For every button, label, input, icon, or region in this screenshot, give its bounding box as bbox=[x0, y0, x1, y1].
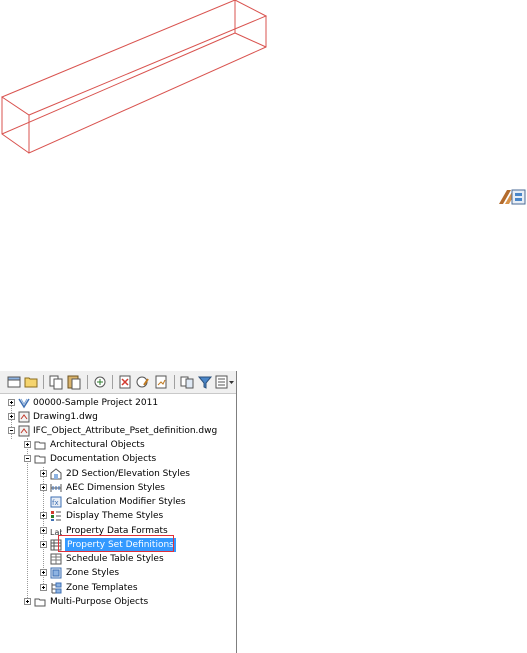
tree-item-multi-purpose-objects[interactable]: Multi-Purpose Objects bbox=[0, 595, 236, 609]
toolbar-separator bbox=[174, 375, 175, 389]
expand-toggle[interactable] bbox=[8, 413, 15, 420]
project-icon bbox=[18, 398, 30, 409]
section-elevation-icon bbox=[50, 468, 62, 480]
toolbar-separator bbox=[112, 375, 113, 389]
tree-item-documentation-objects[interactable]: Documentation Objects bbox=[0, 452, 236, 466]
view-dropdown-icon[interactable] bbox=[215, 374, 235, 390]
tree-item-label: Drawing1.dwg bbox=[33, 412, 98, 422]
tree-item-architectural-objects[interactable]: Architectural Objects bbox=[0, 438, 236, 452]
filter-icon[interactable] bbox=[197, 374, 213, 390]
tree-item-label: 00000-Sample Project 2011 bbox=[33, 398, 159, 408]
display-theme-icon bbox=[51, 511, 61, 521]
tree-item-section-elevation-styles[interactable]: 2D Section/Elevation Styles bbox=[0, 467, 236, 481]
tree-item-label: Architectural Objects bbox=[50, 440, 145, 450]
schedule-table-icon bbox=[50, 553, 62, 565]
tree-item-sample-project[interactable]: 00000-Sample Project 2011 bbox=[0, 396, 236, 410]
new-icon[interactable] bbox=[6, 374, 22, 390]
style-manager-toolbar bbox=[0, 371, 236, 394]
tree-item-label: Zone Templates bbox=[66, 583, 138, 593]
delete-icon[interactable] bbox=[117, 374, 133, 390]
purge-icon[interactable] bbox=[92, 374, 108, 390]
tree-item-label: Multi-Purpose Objects bbox=[50, 597, 149, 607]
tree-item-schedule-table-styles[interactable]: Schedule Table Styles bbox=[0, 552, 236, 566]
calculation-modifier-icon: fx bbox=[50, 496, 62, 508]
tree-item-zone-templates[interactable]: Zone Templates bbox=[0, 581, 236, 595]
tree-item-label: Display Theme Styles bbox=[66, 511, 164, 521]
expand-toggle[interactable] bbox=[24, 441, 31, 448]
folder-icon bbox=[34, 455, 46, 464]
import-export-icon[interactable] bbox=[153, 374, 169, 390]
expand-toggle[interactable] bbox=[40, 512, 47, 519]
drawing-icon bbox=[18, 425, 30, 437]
zone-style-icon bbox=[50, 567, 62, 579]
collapse-toggle[interactable] bbox=[8, 427, 15, 434]
highlight-annotation-box bbox=[58, 535, 174, 552]
svg-text:fx: fx bbox=[52, 499, 59, 507]
expand-toggle[interactable] bbox=[40, 484, 47, 491]
open-icon[interactable] bbox=[23, 374, 39, 390]
tree-item-label: Zone Styles bbox=[66, 568, 120, 578]
tree-item-label: IFC_Object_Attribute_Pset_definition.dwg bbox=[33, 426, 218, 436]
tree-item-label: Schedule Table Styles bbox=[66, 554, 164, 564]
paste-icon[interactable] bbox=[66, 374, 82, 390]
tree-item-aec-dimension-styles[interactable]: AEC Dimension Styles bbox=[0, 481, 236, 495]
tree-item-label: 2D Section/Elevation Styles bbox=[66, 469, 190, 479]
edit-icon[interactable] bbox=[135, 374, 151, 390]
model-space-box-wireframe bbox=[0, 0, 268, 154]
collapse-toggle[interactable] bbox=[24, 455, 31, 462]
tree-item-label: Calculation Modifier Styles bbox=[66, 497, 186, 507]
tree-item-property-set-definitions[interactable]: Property Set Definitions bbox=[0, 535, 236, 552]
style-tree: 00000-Sample Project 2011 Drawing1.dwg I… bbox=[0, 396, 236, 646]
toolbar-separator bbox=[43, 375, 44, 389]
expand-toggle[interactable] bbox=[40, 569, 47, 576]
synchronize-icon[interactable] bbox=[179, 374, 195, 390]
expand-toggle[interactable] bbox=[40, 541, 47, 548]
expand-toggle[interactable] bbox=[40, 584, 47, 591]
style-manager-panel: 00000-Sample Project 2011 Drawing1.dwg I… bbox=[0, 371, 237, 653]
object-viewer-icon[interactable] bbox=[497, 178, 527, 206]
tree-item-calculation-modifier-styles[interactable]: fx Calculation Modifier Styles bbox=[0, 495, 236, 509]
dimension-style-icon bbox=[50, 484, 62, 492]
folder-icon bbox=[34, 598, 46, 607]
drawing-icon bbox=[18, 411, 30, 423]
toolbar-separator bbox=[87, 375, 88, 389]
expand-toggle[interactable] bbox=[8, 399, 15, 406]
folder-icon bbox=[34, 441, 46, 450]
expand-toggle[interactable] bbox=[24, 598, 31, 605]
expand-toggle[interactable] bbox=[40, 527, 47, 534]
tree-item-label: AEC Dimension Styles bbox=[66, 483, 165, 493]
zone-template-icon bbox=[51, 582, 62, 594]
tree-item-label: Documentation Objects bbox=[50, 454, 157, 464]
tree-item-drawing1[interactable]: Drawing1.dwg bbox=[0, 410, 236, 424]
tree-item-zone-styles[interactable]: Zone Styles bbox=[0, 566, 236, 580]
tree-item-ifc-drawing[interactable]: IFC_Object_Attribute_Pset_definition.dwg bbox=[0, 424, 236, 438]
copy-icon[interactable] bbox=[48, 374, 64, 390]
expand-toggle[interactable] bbox=[40, 470, 47, 477]
tree-item-display-theme-styles[interactable]: Display Theme Styles bbox=[0, 509, 236, 523]
